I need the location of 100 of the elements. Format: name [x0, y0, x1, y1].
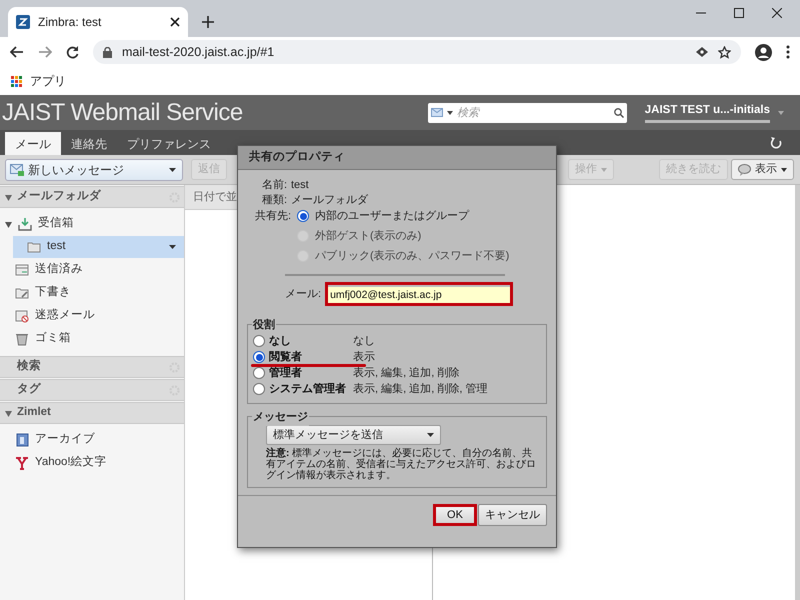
sort-header[interactable]: 日付で並 [193, 188, 237, 206]
profile-icon [755, 44, 772, 60]
role-label: 管理者 [269, 366, 303, 381]
bookmark-link[interactable]: アプリ [30, 72, 66, 90]
section-header[interactable]: タグ [0, 379, 184, 401]
folder-item[interactable]: アーカイブ [0, 429, 184, 451]
expanded-arrow-icon [5, 194, 12, 200]
caret-icon [169, 168, 176, 172]
folder-item[interactable]: 下書き [0, 282, 184, 304]
lock-icon [103, 46, 112, 58]
role-rights: 表示, 編集, 追加, 削除 [353, 366, 460, 381]
tab-title: Zimbra: test [38, 14, 102, 31]
message-dropdown[interactable]: 標準メッセージを送信 [266, 425, 441, 445]
section-title: 検索 [17, 358, 41, 374]
address-bar[interactable]: mail-test-2020.jaist.ac.jp/#1 [93, 40, 741, 64]
maximize-icon [734, 8, 744, 18]
section-header[interactable]: メールフォルダ [0, 186, 184, 208]
folder-label: Yahoo!絵文字 [35, 454, 107, 470]
sent-folder-icon [15, 263, 29, 277]
app-tab[interactable]: プリファレンス [117, 132, 221, 155]
section-title: Zimlet [17, 405, 51, 420]
caret-icon [427, 433, 434, 437]
section-header[interactable]: 検索 [0, 356, 184, 378]
app-logo-icon [16, 15, 30, 29]
search-bar[interactable]: 検索 [428, 102, 627, 122]
role-rights: 表示 [353, 350, 375, 365]
field-label: 名前: [260, 178, 287, 193]
role-label: なし [269, 334, 292, 349]
app-tab[interactable]: メール [5, 132, 61, 155]
caret-icon [778, 110, 784, 114]
dialog-button[interactable]: OK [433, 504, 477, 526]
folder-label: test [47, 239, 66, 254]
eye-icon [696, 47, 708, 57]
compose-icon [10, 164, 24, 176]
section-header[interactable]: Zimlet [0, 402, 184, 424]
speech-bubble-icon [738, 164, 751, 176]
folder-icon [27, 240, 41, 254]
back-icon [10, 46, 24, 58]
expanded-arrow-icon[interactable] [5, 220, 12, 228]
folder-label: 送信済み [35, 262, 83, 278]
group-label: メッセージ [252, 409, 309, 426]
role-rights: 表示, 編集, 追加, 削除, 管理 [353, 382, 488, 397]
note-text: 注意: 標準メッセージには、必要に応じて、自分の名前、共有アイテムの名前、受信者に与えたアクセス許可、およびログイン情報が表示されます。 [266, 448, 537, 481]
folder-item[interactable]: 迷惑メール [0, 305, 184, 327]
option-label: パブリック(表示のみ、パスワード不要) [315, 248, 510, 264]
reload-icon [66, 46, 79, 58]
field-label: メール: [285, 286, 322, 302]
folder-label: ゴミ箱 [35, 330, 71, 346]
inbox-icon [18, 217, 32, 231]
folder-label: 受信箱 [38, 215, 74, 232]
role-label: システム管理者 [269, 382, 347, 397]
field-value: メールフォルダ [291, 192, 368, 208]
section-title: タグ [17, 382, 41, 398]
option-label: 外部ゲスト(表示のみ) [315, 228, 422, 244]
menu-icon [786, 45, 790, 59]
search-icon [614, 108, 624, 118]
radio-button[interactable] [297, 210, 309, 222]
field-value: test [291, 178, 309, 193]
app-tab[interactable]: 連絡先 [61, 132, 117, 155]
star-icon [718, 46, 731, 58]
dialog-title: 共有のプロパティ [249, 149, 345, 165]
field-label: 共有先: [254, 209, 291, 224]
junk-folder-icon [15, 309, 29, 323]
role-label: 閲覧者 [269, 350, 303, 365]
toolbar-button[interactable]: 表示 [731, 159, 794, 180]
search-field[interactable]: 検索 [456, 104, 610, 122]
folder-item[interactable]: ゴミ箱 [0, 328, 184, 350]
close-icon [170, 17, 180, 27]
email-field[interactable]: umfj002@test.jaist.ac.jp [328, 287, 510, 303]
dialog-button[interactable]: キャンセル [478, 504, 547, 526]
folder-label: 迷惑メール [35, 308, 95, 324]
user-menu[interactable]: JAIST TEST u...-initials [644, 102, 770, 124]
envelope-icon [430, 108, 443, 117]
section-title: メールフォルダ [17, 188, 101, 204]
radio-button[interactable] [253, 335, 265, 347]
url-text: mail-test-2020.jaist.ac.jp/#1 [122, 44, 276, 61]
expanded-arrow-icon [5, 410, 12, 416]
forward-icon [38, 46, 52, 58]
radio-button[interactable] [253, 367, 265, 379]
radio-button[interactable] [253, 351, 265, 363]
letter-y-icon [15, 456, 29, 470]
folder-item[interactable]: 送信済み [0, 259, 184, 281]
new-tab-icon[interactable] [202, 16, 214, 28]
folder-item[interactable]: Yahoo!絵文字 [0, 452, 184, 474]
refresh-icon[interactable] [770, 137, 782, 150]
drafts-folder-icon [15, 286, 29, 300]
field-label: 種類: [260, 192, 287, 208]
caret-icon [446, 110, 453, 114]
folder-item[interactable]: 受信箱 [0, 213, 184, 235]
folder-item[interactable]: test [13, 236, 184, 258]
app-logo: JAIST Webmail Service [1, 100, 243, 124]
new-message-button[interactable]: 新しいメッセージ [5, 158, 183, 180]
trash-icon [15, 332, 29, 346]
browser-tab[interactable]: Zimbra: test [8, 7, 188, 37]
radio-button[interactable] [253, 383, 265, 395]
close-icon [772, 8, 782, 18]
folder-label: アーカイブ [35, 432, 95, 448]
caret-icon [169, 245, 176, 249]
option-label: 内部のユーザーまたはグループ [315, 208, 469, 224]
apps-icon [11, 76, 22, 86]
